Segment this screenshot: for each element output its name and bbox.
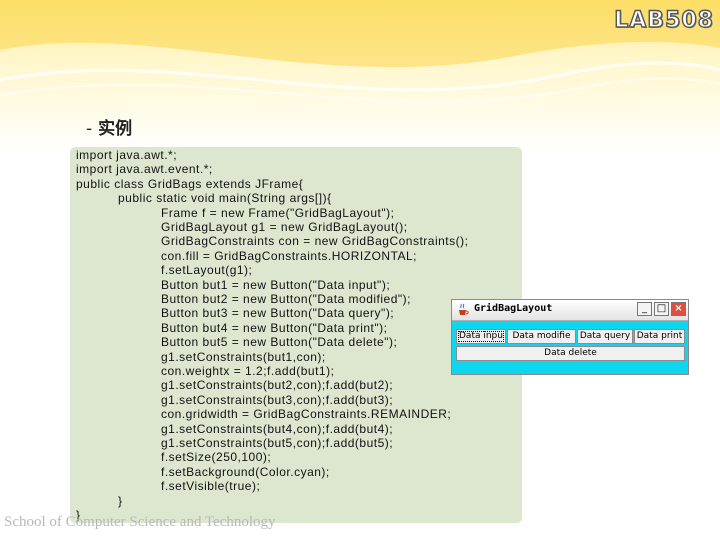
code-line: g1.setConstraints(but5,con);f.add(but5); <box>161 436 394 450</box>
header-wave-decoration <box>0 0 720 103</box>
minimize-button[interactable]: _ <box>637 302 652 316</box>
code-line: g1.setConstraints(but1,con); <box>161 349 326 364</box>
data-query-button[interactable]: Data query <box>577 329 633 344</box>
data-print-button[interactable]: Data print <box>634 329 685 344</box>
code-line: con.weightx = 1.2;f.add(but1); <box>161 364 335 378</box>
heading-title: 实例 <box>98 119 133 139</box>
footer-school-name: School of Computer Science and Technolog… <box>4 514 276 530</box>
data-modified-button[interactable]: Data modifie <box>507 329 576 344</box>
code-line: f.setSize(250,100); <box>161 450 272 465</box>
java-coffee-icon <box>459 303 469 315</box>
code-line: } <box>118 493 123 508</box>
heading-bullet: - <box>86 119 93 139</box>
code-line: GridBagConstraints con = new GridBagCons… <box>161 234 469 249</box>
window-titlebar[interactable]: GridBagLayout _ □ × <box>452 300 688 321</box>
code-line: GridBagLayout g1 = new GridBagLayout(); <box>161 220 408 234</box>
code-line: Button but1 = new Button("Data input"); <box>161 277 391 292</box>
code-line: con.gridwidth = GridBagConstraints.REMAI… <box>161 407 452 422</box>
lab-logo: LAB508 <box>614 7 714 33</box>
data-delete-button[interactable]: Data delete <box>456 346 685 361</box>
code-line: f.setLayout(g1); <box>161 263 253 278</box>
code-line: con.fill = GridBagConstraints.HORIZONTAL… <box>161 248 418 263</box>
code-line: Button but5 = new Button("Data delete"); <box>161 335 398 350</box>
code-line: Button but2 = new Button("Data modified"… <box>161 292 411 306</box>
code-line: Button but4 = new Button("Data print"); <box>161 320 388 335</box>
code-line: g1.setConstraints(but4,con);f.add(but4); <box>161 421 394 436</box>
code-line: f.setBackground(Color.cyan); <box>161 464 330 479</box>
data-input-button[interactable]: Data inpu <box>456 329 506 344</box>
maximize-button[interactable]: □ <box>654 302 669 316</box>
close-button[interactable]: × <box>671 302 686 316</box>
window-title: GridBagLayout <box>474 303 553 314</box>
code-line: import java.awt.event.*; <box>76 162 213 177</box>
code-line: public static void main(String args[]){ <box>118 191 332 206</box>
code-line: g1.setConstraints(but3,con);f.add(but3); <box>161 392 394 407</box>
code-line: g1.setConstraints(but2,con);f.add(but2); <box>161 378 394 393</box>
java-window: GridBagLayout _ □ × Data inpu Data modif… <box>451 299 689 375</box>
code-line: f.setVisible(true); <box>161 479 261 494</box>
code-line: Frame f = new Frame("GridBagLayout"); <box>161 205 395 220</box>
slide-heading: - 实例 <box>86 114 132 139</box>
code-line: import java.awt.*; <box>76 148 178 162</box>
code-line: public class GridBags extends JFrame{ <box>76 176 304 191</box>
code-line: Button but3 = new Button("Data query"); <box>161 306 395 321</box>
